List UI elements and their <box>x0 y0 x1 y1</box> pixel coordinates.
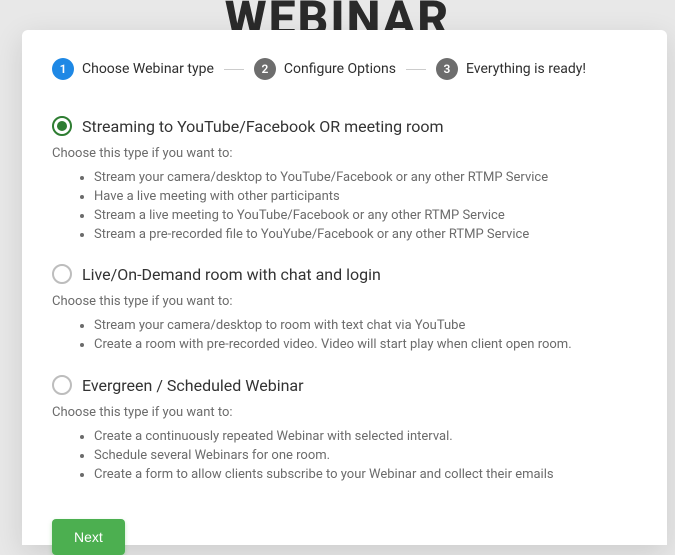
wizard-modal: 1 Choose Webinar type 2 Configure Option… <box>22 30 667 545</box>
bullet-item: Create a form to allow clients subscribe… <box>94 466 637 485</box>
step-2[interactable]: 2 Configure Options <box>254 58 396 80</box>
step-1[interactable]: 1 Choose Webinar type <box>52 58 214 80</box>
option-title: Live/On-Demand room with chat and login <box>82 265 381 284</box>
bullet-item: Schedule several Webinars for one room. <box>94 447 637 466</box>
option-streaming-head[interactable]: Streaming to YouTube/Facebook OR meeting… <box>52 116 637 136</box>
option-hint: Choose this type if you want to: <box>52 294 637 309</box>
step-connector <box>224 69 244 70</box>
step-label-3: Everything is ready! <box>466 61 586 77</box>
step-label-1: Choose Webinar type <box>82 61 214 77</box>
bullet-item: Stream a pre-recorded file to YouYube/Fa… <box>94 226 637 245</box>
bullet-item: Have a live meeting with other participa… <box>94 188 637 207</box>
option-streaming: Streaming to YouTube/Facebook OR meeting… <box>52 116 637 244</box>
option-hint: Choose this type if you want to: <box>52 146 637 161</box>
option-evergreen-head[interactable]: Evergreen / Scheduled Webinar <box>52 375 637 395</box>
radio-icon[interactable] <box>52 375 72 395</box>
option-live-ondemand: Live/On-Demand room with chat and login … <box>52 264 637 355</box>
step-badge-2: 2 <box>254 58 276 80</box>
bullet-item: Create a continuously repeated Webinar w… <box>94 428 637 447</box>
radio-icon[interactable] <box>52 116 72 136</box>
bullet-item: Stream your camera/desktop to YouTube/Fa… <box>94 169 637 188</box>
option-hint: Choose this type if you want to: <box>52 405 637 420</box>
option-title: Streaming to YouTube/Facebook OR meeting… <box>82 117 444 136</box>
option-bullets: Create a continuously repeated Webinar w… <box>52 428 637 485</box>
bullet-item: Stream your camera/desktop to room with … <box>94 317 637 336</box>
step-connector <box>406 69 426 70</box>
next-button[interactable]: Next <box>52 519 125 555</box>
bullet-item: Create a room with pre-recorded video. V… <box>94 336 637 355</box>
option-bullets: Stream your camera/desktop to room with … <box>52 317 637 355</box>
step-3[interactable]: 3 Everything is ready! <box>436 58 586 80</box>
step-badge-1: 1 <box>52 58 74 80</box>
radio-icon[interactable] <box>52 264 72 284</box>
option-bullets: Stream your camera/desktop to YouTube/Fa… <box>52 169 637 244</box>
step-label-2: Configure Options <box>284 61 396 77</box>
stepper: 1 Choose Webinar type 2 Configure Option… <box>52 58 637 80</box>
option-title: Evergreen / Scheduled Webinar <box>82 376 304 395</box>
step-badge-3: 3 <box>436 58 458 80</box>
bullet-item: Stream a live meeting to YouTube/Faceboo… <box>94 207 637 226</box>
option-live-ondemand-head[interactable]: Live/On-Demand room with chat and login <box>52 264 637 284</box>
option-evergreen: Evergreen / Scheduled Webinar Choose thi… <box>52 375 637 485</box>
